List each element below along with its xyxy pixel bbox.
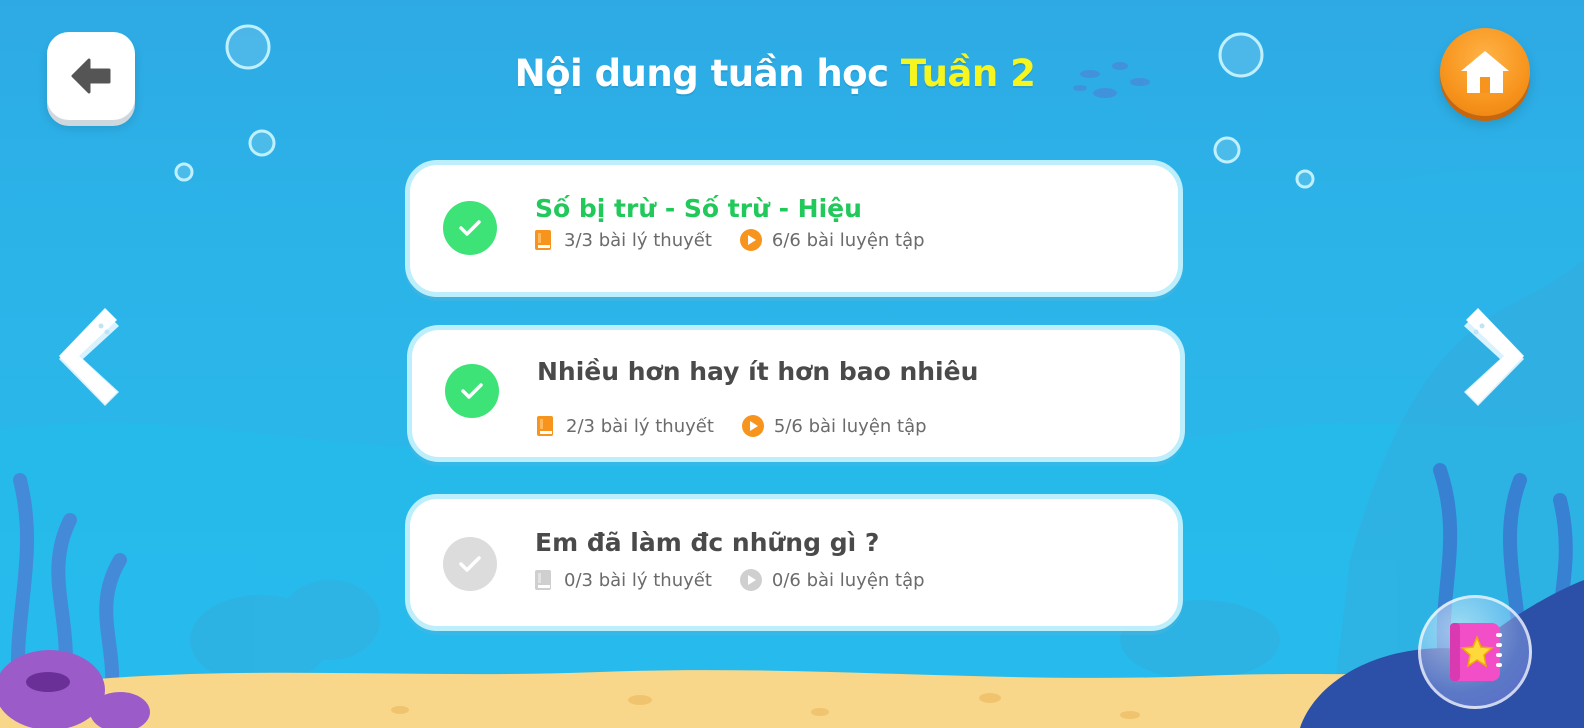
home-icon	[1461, 51, 1509, 93]
theory-count: 3/3 bài lý thuyết	[564, 229, 712, 251]
play-icon	[739, 229, 762, 251]
lesson-card-2[interactable]: Nhiều hơn hay ít hơn bao nhiêu 2/3 bài l…	[407, 325, 1185, 462]
completed-check-icon	[445, 364, 499, 418]
book-icon	[532, 229, 554, 251]
album-button[interactable]	[1418, 595, 1532, 709]
practice-count: 5/6 bài luyện tập	[773, 415, 927, 437]
lesson-title: Em đã làm đc những gì ?	[535, 528, 880, 557]
practice-count: 6/6 bài luyện tập	[771, 229, 925, 251]
completed-check-icon	[443, 201, 497, 255]
lesson-title: Nhiều hơn hay ít hơn bao nhiêu	[537, 357, 979, 386]
chevron-right-icon	[1464, 308, 1524, 406]
book-icon	[534, 415, 556, 437]
lesson-title: Số bị trừ - Số trừ - Hiệu	[535, 194, 862, 223]
lesson-progress: 3/3 bài lý thuyết 6/6 bài luyện tập	[532, 229, 925, 251]
theory-count: 0/3 bài lý thuyết	[564, 569, 712, 591]
lesson-card-3[interactable]: Em đã làm đc những gì ? 0/3 bài lý thuyế…	[405, 494, 1183, 631]
star-notebook-icon	[1450, 623, 1502, 681]
page-title: Nội dung tuần học Tuần 2	[0, 52, 1550, 95]
theory-count: 2/3 bài lý thuyết	[566, 415, 714, 437]
lesson-card-1[interactable]: Số bị trừ - Số trừ - Hiệu 3/3 bài lý thu…	[405, 160, 1183, 297]
chevron-left-icon	[59, 308, 119, 406]
prev-week-button[interactable]	[55, 308, 123, 414]
practice-count: 0/6 bài luyện tập	[771, 569, 925, 591]
home-button[interactable]	[1440, 28, 1530, 116]
page-title-prefix: Nội dung tuần học	[514, 52, 889, 95]
lesson-progress: 0/3 bài lý thuyết 0/6 bài luyện tập	[532, 569, 925, 591]
play-icon	[739, 569, 762, 591]
next-week-button[interactable]	[1460, 308, 1528, 414]
incomplete-check-icon	[443, 537, 497, 591]
lesson-progress: 2/3 bài lý thuyết 5/6 bài luyện tập	[534, 415, 927, 437]
page-title-week: Tuần 2	[900, 52, 1036, 95]
book-icon	[532, 569, 554, 591]
play-icon	[741, 415, 764, 437]
